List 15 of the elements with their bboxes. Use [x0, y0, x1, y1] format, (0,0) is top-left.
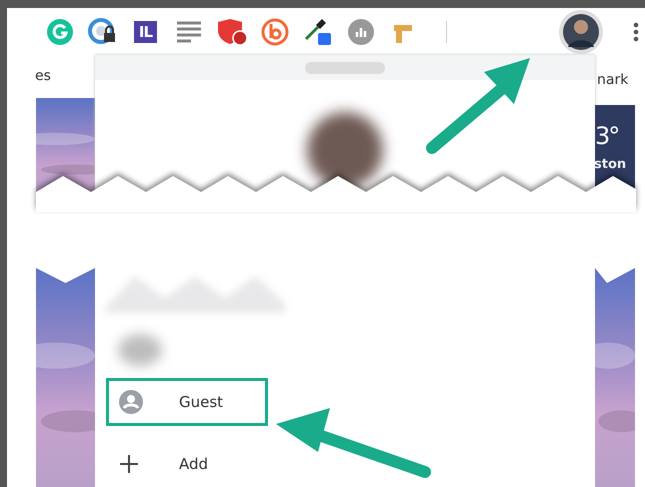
- add-profile-button[interactable]: Add: [109, 443, 265, 485]
- bookmark-label[interactable]: nark: [595, 55, 638, 105]
- b-circle-icon[interactable]: [260, 18, 288, 46]
- plus-icon: [119, 454, 139, 474]
- chart-circle-icon[interactable]: [346, 18, 374, 46]
- lines-icon[interactable]: [174, 20, 202, 44]
- lock-icon[interactable]: [88, 18, 118, 46]
- logo-icon[interactable]: IL: [134, 20, 158, 42]
- bookmark-label[interactable]: es: [7, 55, 95, 98]
- person-icon: [119, 390, 143, 414]
- menu-icon[interactable]: [633, 22, 639, 42]
- guest-profile-button[interactable]: Guest: [109, 381, 265, 423]
- shield-icon[interactable]: [216, 18, 248, 46]
- temperature: 3°: [595, 123, 618, 150]
- profile-avatar[interactable]: [559, 10, 603, 54]
